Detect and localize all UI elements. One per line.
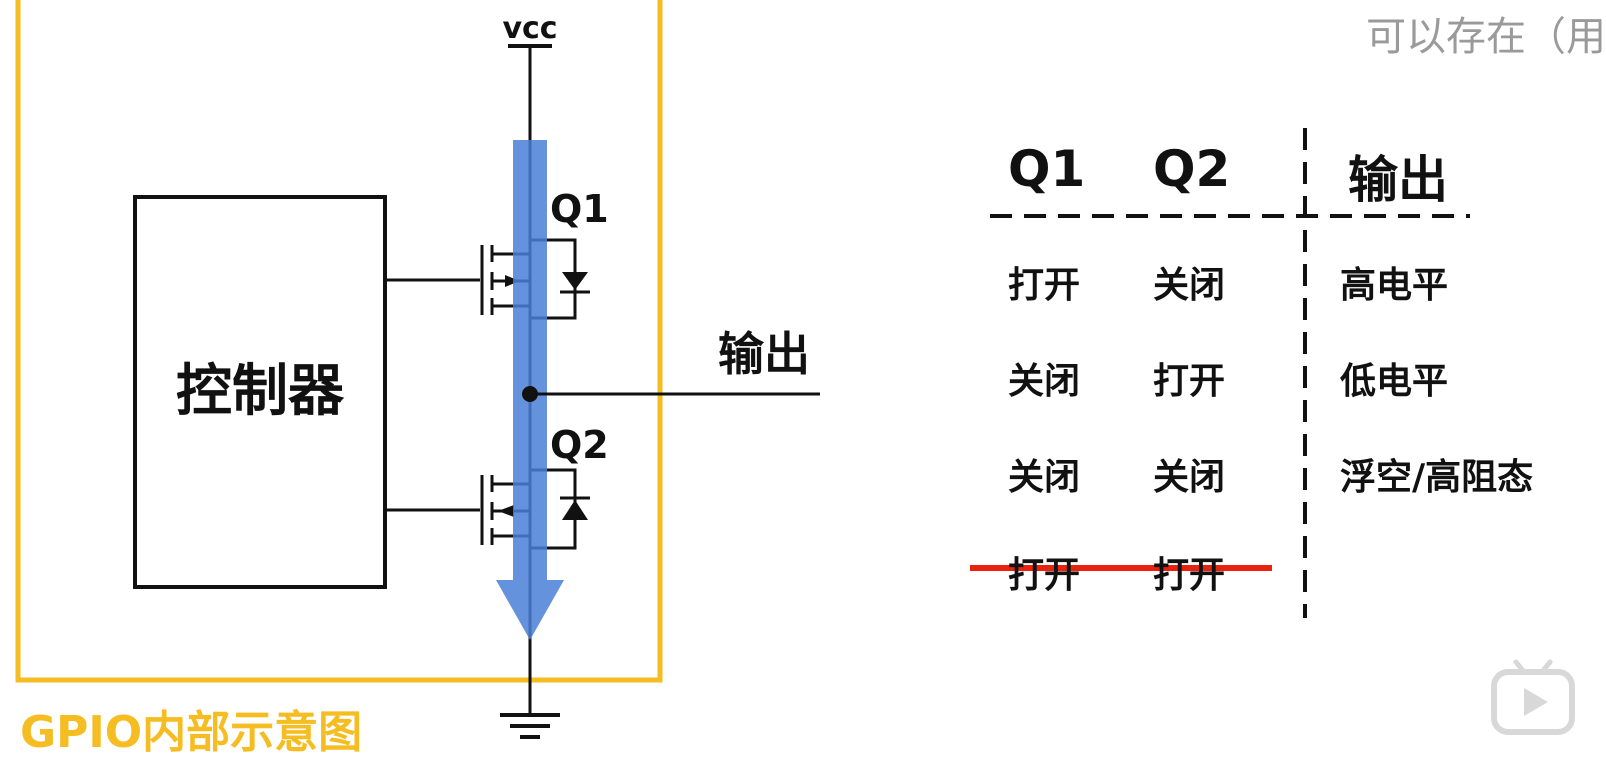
row2-q1: 关闭 xyxy=(1008,361,1081,402)
row4-q2: 打开 xyxy=(1153,555,1226,596)
current-arrow-head xyxy=(496,580,564,640)
q2-label: Q2 xyxy=(550,423,609,467)
row3-output: 浮空/高阻态 xyxy=(1340,457,1534,498)
top-right-overlay-text: 可以存在（用 xyxy=(1366,14,1606,60)
diagram-caption: GPIO内部示意图 xyxy=(20,707,363,758)
table-header-q2: Q2 xyxy=(1153,140,1231,198)
row3-q2: 关闭 xyxy=(1153,457,1226,498)
row1-q1: 打开 xyxy=(1008,265,1081,306)
row1-q2: 关闭 xyxy=(1153,265,1226,306)
controller-label: 控制器 xyxy=(176,359,345,424)
bilibili-tv-icon xyxy=(1491,659,1575,735)
q2-arrow xyxy=(498,505,514,517)
table-header-q1: Q1 xyxy=(1008,140,1086,198)
row2-output: 低电平 xyxy=(1340,361,1449,402)
current-arrow-shaft xyxy=(513,140,547,580)
q1-label: Q1 xyxy=(550,187,609,231)
output-label: 输出 xyxy=(718,327,810,381)
row1-output: 高电平 xyxy=(1340,265,1449,306)
table-header-output: 输出 xyxy=(1348,151,1448,209)
row4-q1: 打开 xyxy=(1008,555,1081,596)
row2-q2: 打开 xyxy=(1153,361,1226,402)
vcc-label: vcc xyxy=(502,11,557,46)
q2-body-diode xyxy=(562,500,588,520)
q1-body-diode xyxy=(562,272,588,290)
row3-q1: 关闭 xyxy=(1008,457,1081,498)
